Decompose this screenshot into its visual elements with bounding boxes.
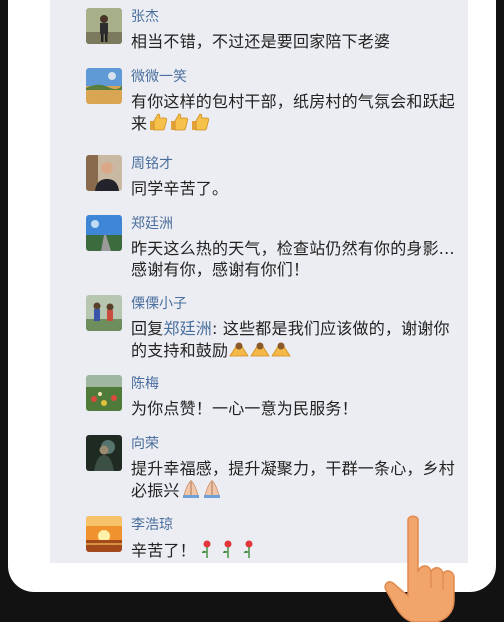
comment-author[interactable]: 陈梅 (131, 375, 159, 393)
comment-author[interactable]: 郑廷洲 (131, 215, 173, 233)
avatar[interactable] (86, 516, 122, 552)
rose-icon (239, 539, 259, 564)
avatar[interactable] (86, 435, 122, 471)
bow-icon (229, 339, 249, 364)
mention-link[interactable]: 郑廷洲 (163, 319, 212, 338)
avatar[interactable] (86, 215, 122, 251)
comment-text: 提升幸福感，提升凝聚力，干群一条心，乡村必振兴 (131, 458, 461, 504)
thumbs-up-icon (190, 112, 210, 137)
comment-text: 相当不错，不过还是要回家陪下老婆 (131, 32, 391, 51)
comment-author[interactable]: 李浩琼 (131, 516, 173, 534)
pray-hands-icon (202, 479, 222, 504)
avatar[interactable] (86, 8, 122, 44)
comment-text: 同学辛苦了。 (131, 179, 229, 198)
bow-icon (271, 339, 291, 364)
phone-screen: 张杰 相当不错，不过还是要回家陪下老婆 微微一笑 有你这样的包村干部，纸房村的气… (8, 0, 496, 592)
comment-author[interactable]: 微微一笑 (131, 68, 187, 86)
avatar[interactable] (86, 295, 122, 331)
comment-author[interactable]: 傈傈小子 (131, 295, 187, 313)
avatar[interactable] (86, 375, 122, 411)
avatar[interactable] (86, 155, 122, 191)
comment-text: 回复郑廷洲: 这些都是我们应该做的，谢谢你的支持和鼓励 (131, 318, 461, 364)
comment-author[interactable]: 向荣 (131, 435, 159, 453)
thumbs-up-icon (169, 112, 189, 137)
comment-text: 昨天这么热的天气，检查站仍然有你的身影...感谢有你，感谢有你们！ (131, 239, 455, 279)
thumbs-up-icon (148, 112, 168, 137)
avatar[interactable] (86, 68, 122, 104)
rose-icon (197, 539, 217, 564)
bow-icon (250, 339, 270, 364)
comment-author[interactable]: 张杰 (131, 8, 159, 26)
pointing-hand-icon (384, 515, 455, 622)
comment-list[interactable]: 张杰 相当不错，不过还是要回家陪下老婆 微微一笑 有你这样的包村干部，纸房村的气… (50, 0, 468, 563)
comment-text: 为你点赞！一心一意为民服务！ (131, 399, 358, 418)
pray-hands-icon (181, 479, 201, 504)
rose-icon (218, 539, 238, 564)
comment-author[interactable]: 周铭才 (131, 155, 173, 173)
comment-text: 有你这样的包村干部，纸房村的气氛会和跃起来 (131, 91, 461, 137)
